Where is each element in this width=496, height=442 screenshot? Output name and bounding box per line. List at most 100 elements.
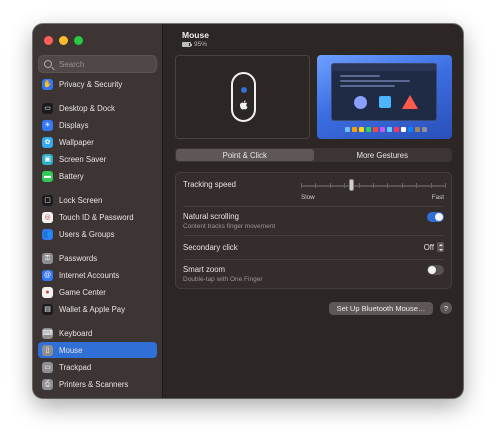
fingerprint-icon: ◎ xyxy=(42,211,53,223)
preview-square-shape xyxy=(379,96,391,108)
slider-tick xyxy=(329,183,331,188)
wallet-icon: ▤ xyxy=(42,303,53,315)
sidebar-item-battery[interactable]: ▬ Battery xyxy=(38,168,157,184)
sidebar-item-lock-screen[interactable]: ▢ Lock Screen xyxy=(38,192,157,208)
smart-zoom-sublabel: Double-tap with One Finger xyxy=(183,276,263,283)
sidebar-item-mouse[interactable]: ▯ Mouse xyxy=(38,342,157,358)
zoom-button[interactable] xyxy=(74,36,83,45)
sidebar-item-passwords[interactable]: ⚿ Passwords xyxy=(38,250,157,266)
smart-zoom-row: Smart zoom Double-tap with One Finger xyxy=(176,260,451,288)
slider-fast-label: Fast xyxy=(431,194,444,201)
hand-icon: ✋ xyxy=(42,78,53,90)
sidebar-item-label: Users & Groups xyxy=(59,229,115,239)
sidebar-item-label: Privacy & Security xyxy=(59,79,123,89)
sidebar: Search ✋ Privacy & Security ▭ Desktop & Doc… xyxy=(33,24,163,398)
page-title: Mouse xyxy=(182,30,209,40)
sidebar-item-privacy-security[interactable]: ✋ Privacy & Security xyxy=(38,76,157,92)
natural-scrolling-row: Natural scrolling Content tracks finger … xyxy=(176,207,451,235)
game-center-icon: ● xyxy=(42,286,53,298)
tracking-speed-row: Tracking speed Slow Fast xyxy=(176,173,451,207)
sidebar-item-displays[interactable]: ☀ Displays xyxy=(38,117,157,133)
tab-point-and-click[interactable]: Point & Click xyxy=(176,149,314,161)
mouse-icon xyxy=(231,72,256,122)
battery-icon xyxy=(182,42,192,47)
natural-scrolling-toggle[interactable] xyxy=(427,212,444,222)
sidebar-item-label: Touch ID & Password xyxy=(59,212,134,222)
preview-text-line xyxy=(340,75,380,77)
main-pane: Mouse 95% Point & Click More Gestures Tr… xyxy=(164,24,463,398)
mouse-icon: ▯ xyxy=(42,344,53,356)
sidebar-item-desktop-dock[interactable]: ▭ Desktop & Dock xyxy=(38,100,157,116)
search-input[interactable]: Search xyxy=(38,55,157,73)
gesture-preview xyxy=(317,55,452,139)
preview-toolbar xyxy=(332,64,436,71)
toggle-knob xyxy=(435,213,443,221)
preview-text-line xyxy=(340,80,410,82)
battery-status: 95% xyxy=(182,41,207,48)
preview-dock xyxy=(345,127,427,132)
settings-group: Tracking speed Slow Fast Natural scrolli… xyxy=(175,172,452,289)
slider-tick xyxy=(315,183,317,188)
sidebar-item-label: Keyboard xyxy=(59,328,93,338)
sidebar-item-trackpad[interactable]: ▭ Trackpad xyxy=(38,359,157,375)
sidebar-item-label: Lock Screen xyxy=(59,195,103,205)
sidebar-item-game-center[interactable]: ● Game Center xyxy=(38,284,157,300)
preview-circle-shape xyxy=(354,96,367,109)
window-controls xyxy=(44,36,83,45)
natural-scrolling-label: Natural scrolling xyxy=(183,212,239,221)
sidebar-item-label: Mouse xyxy=(59,345,83,355)
secondary-click-popup[interactable]: Off xyxy=(424,242,444,252)
slider-tick xyxy=(344,183,346,188)
keyboard-icon: ⌨ xyxy=(42,327,53,339)
trackpad-icon: ▭ xyxy=(42,361,53,373)
sun-icon: ☀ xyxy=(42,119,53,131)
sidebar-item-internet-accounts[interactable]: @ Internet Accounts xyxy=(38,267,157,283)
secondary-click-label: Secondary click xyxy=(183,243,238,252)
sidebar-item-touch-id-password[interactable]: ◎ Touch ID & Password xyxy=(38,209,157,225)
mouse-illustration xyxy=(175,55,310,139)
sidebar-item-keyboard[interactable]: ⌨ Keyboard xyxy=(38,325,157,341)
slider-tick xyxy=(416,183,418,188)
slider-slow-label: Slow xyxy=(301,194,315,201)
sidebar-item-printers-scanners[interactable]: ⎙ Printers & Scanners xyxy=(38,376,157,392)
slider-knob[interactable] xyxy=(349,179,355,191)
tab-control: Point & Click More Gestures xyxy=(175,148,452,162)
sidebar-item-label: Passwords xyxy=(59,253,98,263)
natural-scrolling-sublabel: Content tracks finger movement xyxy=(183,223,276,230)
smart-zoom-toggle[interactable] xyxy=(427,265,444,275)
minimize-button[interactable] xyxy=(59,36,68,45)
slider-tick xyxy=(301,183,302,188)
key-icon: ⚿ xyxy=(42,252,53,264)
flower-icon: ✿ xyxy=(42,136,53,148)
slider-tick xyxy=(401,183,403,188)
at-icon: @ xyxy=(42,269,53,281)
slider-tick xyxy=(430,183,432,188)
sidebar-item-label: Desktop & Dock xyxy=(59,103,115,113)
slider-tick xyxy=(358,183,360,188)
tab-more-gestures[interactable]: More Gestures xyxy=(314,149,452,161)
sidebar-item-label: Internet Accounts xyxy=(59,270,120,280)
preview-window xyxy=(331,63,437,121)
smart-zoom-label: Smart zoom xyxy=(183,265,226,274)
printer-icon: ⎙ xyxy=(42,378,53,390)
slider-tick xyxy=(445,183,446,188)
slider-tick xyxy=(373,183,374,188)
preview-triangle-shape xyxy=(402,95,418,109)
setup-bluetooth-mouse-button[interactable]: Set Up Bluetooth Mouse… xyxy=(329,302,433,315)
users-icon: 👥 xyxy=(42,228,53,240)
dock-icon: ▭ xyxy=(42,102,53,114)
mouse-indicator-dot xyxy=(240,87,247,93)
chevron-updown-icon xyxy=(437,242,444,252)
tracking-speed-label: Tracking speed xyxy=(183,180,237,189)
close-button[interactable] xyxy=(44,36,53,45)
sidebar-item-label: Trackpad xyxy=(59,362,92,372)
sidebar-item-label: Screen Saver xyxy=(59,154,107,164)
preview-text-line xyxy=(340,85,395,87)
sidebar-item-screen-saver[interactable]: ▣ Screen Saver xyxy=(38,151,157,167)
help-button[interactable]: ? xyxy=(440,302,452,314)
sidebar-item-wallpaper[interactable]: ✿ Wallpaper xyxy=(38,134,157,150)
sidebar-item-wallet-apple-pay[interactable]: ▤ Wallet & Apple Pay xyxy=(38,301,157,317)
secondary-click-value: Off xyxy=(423,242,434,252)
battery-icon: ▬ xyxy=(42,170,53,182)
sidebar-item-users-groups[interactable]: 👥 Users & Groups xyxy=(38,226,157,242)
